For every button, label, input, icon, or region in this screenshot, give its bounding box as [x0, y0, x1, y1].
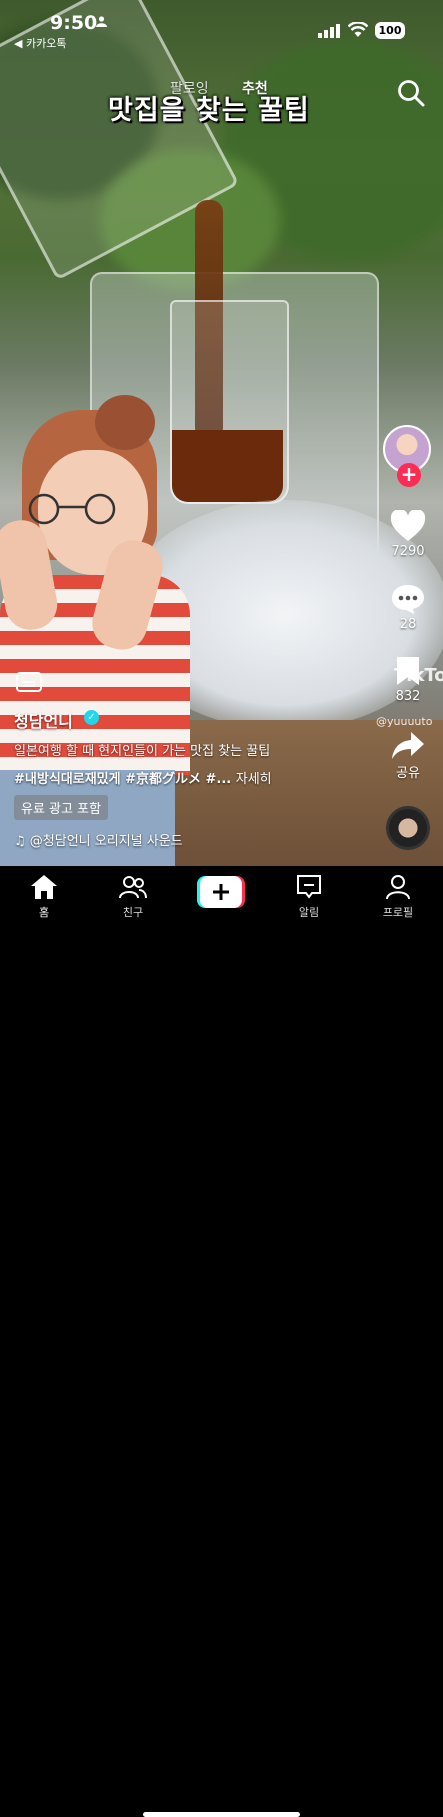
music-disc[interactable] — [386, 806, 430, 850]
share-label: 공유 — [396, 766, 420, 781]
heart-icon — [390, 510, 426, 541]
video-description: 일본여행 할 때 현지인들이 가는 맛집 찾는 꿀팁 — [14, 744, 271, 759]
nav-profile[interactable]: 프로필 — [363, 874, 433, 920]
see-more-link[interactable]: 자세히 — [236, 772, 272, 787]
glasses — [28, 493, 116, 525]
nav-profile-label: 프로필 — [382, 906, 414, 919]
music-note-icon: ♫ — [14, 834, 26, 849]
comment-button[interactable]: 28 — [378, 583, 438, 632]
person-hair-bun — [95, 395, 155, 450]
comment-icon — [392, 585, 424, 614]
hashtags[interactable]: #내방식대로재밌게 #京都グルメ #... — [14, 772, 231, 787]
video-player[interactable] — [0, 0, 443, 866]
share-arrow-icon — [392, 732, 424, 759]
status-bar: 9:50 ◀ 카카오톡 100 — [0, 0, 443, 52]
battery-indicator: 100 — [375, 22, 405, 39]
watermark-handle: @yuuuuto — [376, 715, 433, 728]
video-title-overlay: 맛집을 찾는 꿀팁 — [108, 95, 310, 126]
nav-friends-label: 친구 — [122, 906, 144, 919]
back-to-app-link[interactable]: ◀ 카카오톡 — [14, 35, 66, 51]
comment-count: 28 — [399, 617, 417, 632]
home-indicator — [143, 1812, 300, 1817]
verified-badge-icon: ✓ — [84, 710, 99, 725]
hashtag-line[interactable]: #내방식대로재밌게 #京都グルメ #... 자세히 — [14, 768, 272, 787]
like-button[interactable]: 7290 — [378, 510, 438, 559]
bottom-nav: 홈 친구 알림 프로필 — [0, 866, 443, 1817]
profile-icon — [386, 875, 410, 900]
nav-home[interactable]: 홈 — [9, 874, 79, 920]
watermark-brand: TikTo — [394, 665, 443, 686]
status-time: 9:50 — [50, 12, 98, 34]
wifi-icon — [348, 22, 368, 37]
home-icon — [31, 875, 57, 899]
follow-button[interactable]: + — [397, 463, 421, 487]
sound-name[interactable]: @청담언니 오리지널 사운드 — [30, 834, 183, 849]
nav-inbox[interactable]: 알림 — [274, 874, 344, 920]
paid-ad-badge: 유료 광고 포함 — [14, 795, 109, 820]
nav-friends[interactable]: 친구 — [98, 874, 168, 920]
save-count: 832 — [395, 689, 421, 704]
captions-icon[interactable] — [16, 672, 42, 692]
like-count: 7290 — [391, 544, 425, 559]
sound-link[interactable]: ♫ @청담언니 오리지널 사운드 — [14, 830, 183, 849]
inbox-icon — [297, 875, 321, 899]
cellular-signal-icon — [318, 24, 340, 38]
friends-icon — [119, 876, 147, 899]
creator-username[interactable]: 청담언니 — [14, 708, 73, 732]
nav-home-label: 홈 — [38, 906, 50, 919]
share-button[interactable]: 공유 — [378, 730, 438, 781]
search-icon[interactable] — [396, 78, 426, 108]
person-status-icon — [96, 16, 107, 27]
nav-inbox-label: 알림 — [298, 906, 320, 919]
create-video-button[interactable] — [197, 876, 245, 908]
